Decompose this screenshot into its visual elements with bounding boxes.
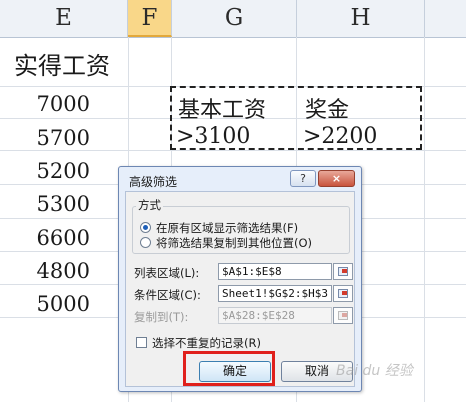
column-header-e[interactable]: E	[0, 0, 128, 37]
list-range-input[interactable]: $A$1:$E$8	[218, 263, 332, 280]
gridline	[0, 150, 466, 151]
cell-e-value[interactable]: 5700	[0, 126, 90, 150]
gridline	[424, 37, 425, 402]
cell-e-value[interactable]: 4800	[0, 259, 90, 283]
unique-records-label[interactable]: 选择不重复的记录(R)	[152, 335, 261, 351]
watermark: Bai du 经验	[336, 363, 413, 379]
unique-records-checkbox[interactable]	[136, 337, 147, 348]
cell-e1-header[interactable]: 实得工资	[14, 46, 110, 81]
action-group-label: 方式	[136, 197, 163, 213]
copy-to-label: 复制到(T):	[134, 310, 189, 324]
cell-h3-criteria-value[interactable]: >2200	[303, 124, 377, 149]
radio-selected-dot	[143, 225, 148, 230]
range-select-arrow-icon	[342, 269, 347, 273]
column-header-g[interactable]: G	[172, 0, 297, 37]
cell-e-value[interactable]: 5300	[0, 192, 90, 216]
cell-e-value[interactable]: 5000	[0, 292, 90, 316]
column-header-f[interactable]: F	[128, 0, 172, 37]
list-range-picker-button[interactable]	[333, 263, 353, 280]
cell-e-value[interactable]: 7000	[0, 92, 90, 116]
cell-e-value[interactable]: 6600	[0, 226, 90, 250]
cell-h2-criteria-header[interactable]: 奖金	[305, 92, 349, 124]
copy-to-picker-button[interactable]	[333, 307, 353, 324]
radio-filter-in-place[interactable]	[140, 222, 151, 233]
radio-copy-to-location-label[interactable]: 将筛选结果复制到其他位置(O)	[156, 235, 312, 251]
dialog-title: 高级筛选	[129, 175, 178, 189]
cell-e-value[interactable]: 5200	[0, 159, 90, 183]
copy-to-input[interactable]: $A$28:$E$28	[218, 307, 332, 324]
close-button[interactable]: ×	[318, 170, 355, 187]
radio-filter-in-place-label[interactable]: 在原有区域显示筛选结果(F)	[156, 220, 298, 236]
help-button[interactable]: ?	[290, 170, 316, 187]
criteria-range-label: 条件区域(C):	[134, 288, 201, 302]
cell-g2-criteria-header[interactable]: 基本工资	[178, 92, 266, 124]
radio-copy-to-location[interactable]	[140, 237, 151, 248]
criteria-range-picker-button[interactable]	[333, 285, 353, 302]
column-header-next[interactable]	[425, 0, 466, 37]
criteria-range-input[interactable]: Sheet1!$G$2:$H$3	[218, 285, 332, 302]
cell-g3-criteria-value[interactable]: >3100	[176, 124, 250, 149]
ok-button-highlight	[183, 351, 275, 386]
list-range-label: 列表区域(L):	[134, 266, 200, 280]
range-select-arrow-icon	[342, 291, 347, 295]
column-header-h[interactable]: H	[297, 0, 425, 37]
range-select-arrow-icon	[342, 313, 347, 317]
